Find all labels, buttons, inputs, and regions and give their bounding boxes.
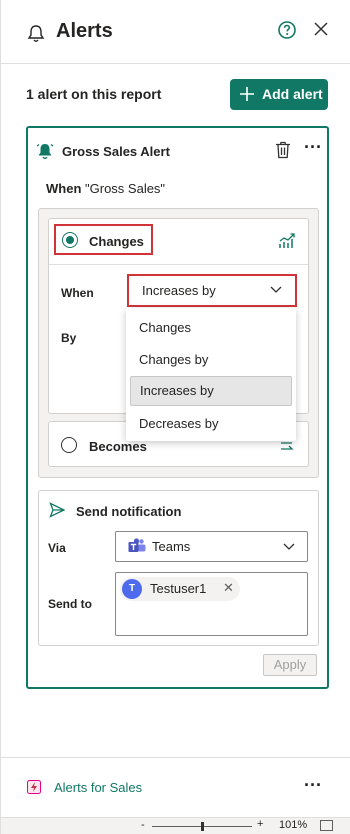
trend-chart-icon [279, 233, 295, 248]
zoom-level: 101% [279, 819, 308, 831]
when-select[interactable]: Increases by [130, 277, 294, 304]
alert-title: Gross Sales Alert [62, 144, 170, 159]
alert-count-text: 1 alert on this report [26, 86, 162, 102]
footer-more-icon[interactable]: ··· [304, 775, 322, 796]
flash-app-icon [27, 780, 41, 794]
dropdown-option-decreases-by[interactable]: Decreases by [130, 409, 292, 439]
avatar: T [122, 579, 142, 599]
trash-icon[interactable] [275, 141, 291, 159]
remove-recipient-icon[interactable]: ✕ [223, 580, 234, 596]
plus-icon [240, 87, 254, 101]
pane-title: Alerts [56, 20, 113, 42]
changes-label: Changes [89, 234, 144, 249]
send-to-label: Send to [48, 597, 92, 611]
dropdown-option-label: Increases by [140, 383, 214, 398]
dropdown-option-changes[interactable]: Changes [130, 313, 292, 343]
by-label: By [61, 331, 77, 345]
send-notification-section: Send notification Via Teams Send to T Te… [38, 490, 319, 646]
becomes-label: Becomes [89, 439, 147, 454]
zoom-slider[interactable] [152, 822, 252, 831]
send-notification-title: Send notification [76, 504, 182, 519]
via-label: Via [48, 541, 66, 555]
question-circle-icon[interactable] [277, 20, 297, 40]
pane-header: Alerts [1, 0, 350, 64]
zoom-slider-thumb[interactable] [201, 822, 204, 831]
chevron-down-icon [270, 286, 282, 293]
becomes-radio[interactable] [61, 437, 77, 453]
status-bar: - + 101% [1, 817, 350, 834]
when-keyword: When [46, 181, 82, 196]
dropdown-option-changes-by[interactable]: Changes by [130, 345, 292, 375]
dropdown-option-label: Changes by [139, 352, 209, 367]
alert-bell-icon [36, 143, 54, 160]
more-options-icon[interactable]: ··· [304, 138, 322, 158]
zoom-out-button[interactable]: - [141, 819, 145, 831]
add-alert-button[interactable]: Add alert [230, 79, 328, 110]
via-select-value: Teams [152, 539, 191, 554]
recipient-name: Testuser1 [150, 581, 207, 596]
option-divider [49, 264, 308, 265]
when-label: When [61, 286, 94, 300]
add-alert-label: Add alert [262, 86, 323, 102]
zoom-in-button[interactable]: + [257, 818, 263, 830]
bell-icon [27, 25, 45, 42]
dropdown-option-label: Changes [139, 320, 192, 335]
pane-footer: Alerts for Sales ··· [1, 757, 350, 817]
equals-arrow-icon [281, 442, 294, 450]
teams-icon [128, 538, 146, 552]
recipients-field[interactable]: T Testuser1 ✕ [115, 572, 308, 636]
send-icon [49, 502, 65, 518]
via-select[interactable]: Teams [115, 531, 308, 562]
measure-name: "Gross Sales" [85, 181, 166, 196]
alerts-for-sales-link[interactable]: Alerts for Sales [54, 780, 142, 795]
recipient-pill: T Testuser1 ✕ [120, 577, 240, 601]
alert-condition-summary: When "Gross Sales" [46, 181, 165, 196]
dropdown-option-label: Decreases by [139, 416, 219, 431]
dropdown-option-increases-by[interactable]: Increases by [130, 376, 292, 406]
chevron-down-icon [283, 543, 295, 550]
when-select-value: Increases by [142, 283, 216, 298]
fit-to-page-icon[interactable] [320, 820, 333, 831]
changes-radio[interactable] [62, 232, 78, 248]
when-dropdown-menu: Changes Changes by Increases by Decrease… [126, 308, 296, 441]
alerts-pane: Alerts 1 alert on this report Add alert … [0, 0, 350, 834]
apply-button[interactable]: Apply [263, 654, 317, 676]
close-icon[interactable] [313, 21, 329, 37]
